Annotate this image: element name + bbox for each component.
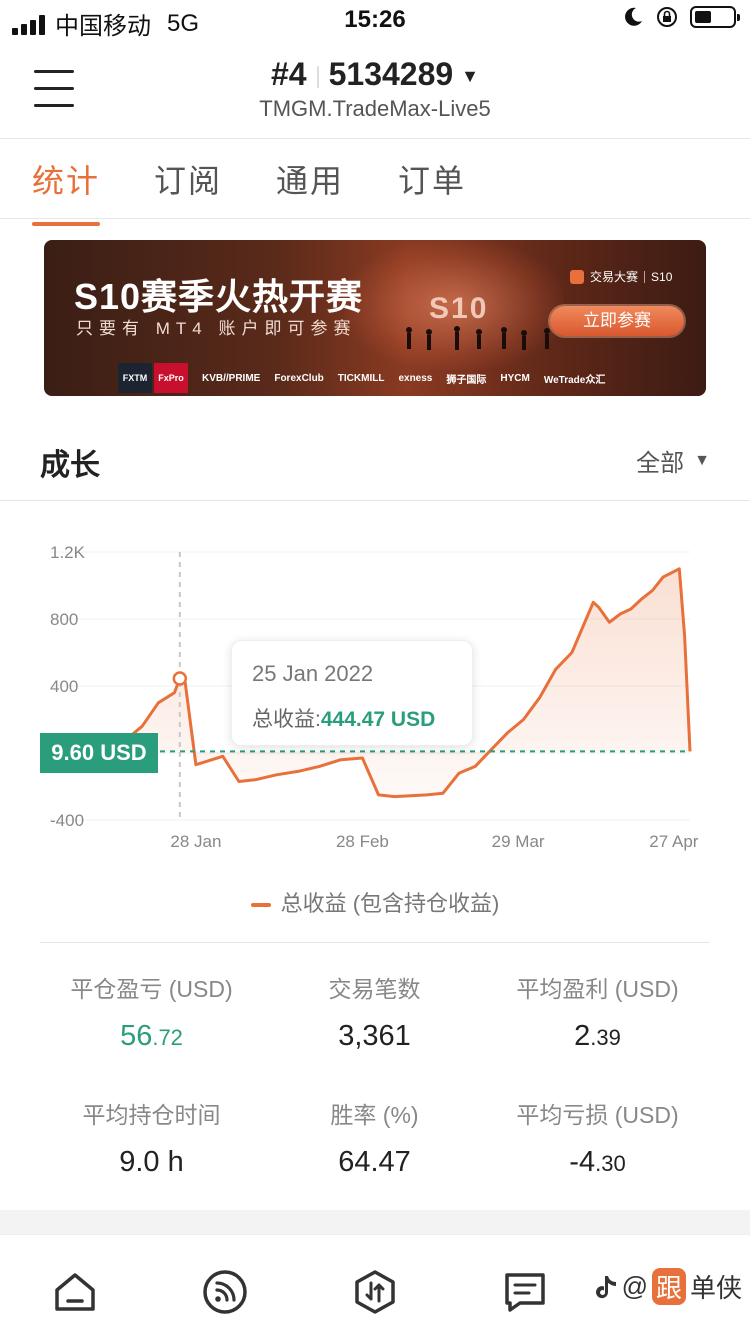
partner-logo: WeTrade众汇 [543,374,606,386]
banner-brand: 交易大赛 S10 [570,268,672,285]
watermark-prefix: @ [621,1271,648,1301]
messages-icon[interactable] [502,1269,548,1315]
account-number: 5134289 [328,56,454,92]
header-divider [0,138,750,139]
chart-tooltip: 25 Jan 2022 总收益:444.47 USD [231,640,473,746]
range-filter[interactable]: 全部 ▼ [636,443,710,478]
trade-icon[interactable] [352,1269,398,1315]
stat-label: 交易笔数 [328,976,421,1002]
partner-logos: FXTM FxPro KVB//PRIME ForexClub TICKMILL… [118,363,698,393]
stat-value: 3,361 [338,1020,411,1052]
account-separator [316,65,319,88]
moon-icon [625,7,642,26]
stat-avg-loss: 平均亏损 (USD) -4.30 [486,1096,709,1179]
tabs-divider [0,218,750,219]
partner-logo: exness [398,372,433,384]
x-tick-label: 28 Feb [336,832,389,851]
partner-logo: ForexClub [274,372,324,384]
tooltip-label: 总收益: [252,708,321,731]
brand-separator [644,270,646,283]
stats-divider [40,942,710,943]
chart-legend[interactable]: 总收益 (包含持仓收益) [0,886,750,918]
x-tick-label: 28 Jan [170,832,221,851]
range-filter-label: 全部 [636,450,685,477]
tab-subscribe[interactable]: 订阅 [154,156,222,220]
tab-general[interactable]: 通用 [276,156,344,220]
stat-label: 平均盈利 (USD) [516,976,679,1002]
banner-title: S10赛季火热开赛 [74,276,364,317]
partner-logo: FxPro [154,363,188,393]
promo-banner[interactable]: S10赛季火热开赛 只要有 MT4 账户即可参赛 S10 交易大赛 S10 立即… [44,240,706,396]
rotation-lock-icon [657,7,677,27]
signals-icon[interactable] [202,1269,248,1315]
growth-divider [0,500,750,501]
caret-down-icon: ▼ [694,451,710,469]
tab-orders[interactable]: 订单 [398,156,466,220]
hover-marker [172,671,188,686]
watermark-text: 单侠 [689,1273,742,1303]
stat-label: 平均持仓时间 [82,1102,221,1128]
partner-logo: 狮子国际 [446,374,487,386]
watermark: @ 跟单侠 [595,1268,742,1305]
stat-value: 2.39 [574,1020,621,1052]
y-tick-label: -400 [50,811,84,830]
brand-name: 交易大赛 [590,270,639,284]
banner-subtitle: 只要有 MT4 账户即可参赛 [76,319,357,338]
legend-swatch [250,903,271,908]
battery-icon [690,6,740,28]
section-spacer [0,1210,750,1234]
stat-label: 胜率 (%) [330,1102,419,1128]
caret-down-icon: ▼ [461,66,479,87]
stat-label: 平仓盈亏 (USD) [70,976,233,1002]
legend-label: 总收益 (包含持仓收益) [280,891,500,916]
tab-statistics[interactable]: 统计 [32,156,101,226]
brand-season: S10 [651,269,673,284]
tooltip-value: 444.47 USD [320,708,436,731]
baseline-label: 9.60 USD [40,733,158,773]
stat-trade-count: 交易笔数 3,361 [263,970,486,1053]
partner-logo: HYCM [500,372,530,384]
stat-value: 56.72 [120,1020,183,1052]
server-name: TMGM.TradeMax-Live5 [259,96,491,121]
tooltip-date: 25 Jan 2022 [252,661,374,686]
stat-win-rate: 胜率 (%) 64.47 [263,1096,486,1179]
account-selector[interactable]: #4 5134289 ▼ [0,56,750,93]
status-bar: 中国移动 5G 15:26 [0,0,750,42]
brand-logo-icon [570,269,584,284]
x-tick-label: 27 Apr [649,832,698,851]
stat-value: 9.0 h [119,1146,184,1178]
join-now-button[interactable]: 立即参赛 [550,306,684,336]
stat-avg-hold-time: 平均持仓时间 9.0 h [40,1096,263,1179]
stat-value: -4.30 [569,1146,626,1178]
stat-value: 64.47 [338,1146,411,1178]
partner-logo: KVB//PRIME [202,372,261,384]
tooltip-value-row: 总收益:444.47 USD [252,703,435,733]
watermark-badge: 跟 [651,1268,686,1305]
status-right [622,6,740,28]
partner-logo: FXTM [118,363,152,393]
stat-avg-profit: 平均盈利 (USD) 2.39 [486,970,709,1053]
home-icon[interactable] [52,1269,98,1315]
growth-title: 成长 [40,449,100,482]
x-tick-label: 29 Mar [492,832,545,851]
music-note-icon [595,1275,616,1298]
stat-closed-pnl: 平仓盈亏 (USD) 56.72 [40,970,263,1053]
partner-logo: TICKMILL [337,372,385,384]
banner-season-mark: S10 [429,292,489,325]
y-tick-label: 1.2K [50,543,86,562]
account-index: #4 [271,56,307,92]
y-tick-label: 800 [50,610,78,629]
crowd-illustration [406,326,550,350]
stat-label: 平均亏损 (USD) [516,1102,679,1128]
y-tick-label: 400 [50,677,78,696]
tab-bar: 统计 订阅 通用 订单 [32,156,466,226]
